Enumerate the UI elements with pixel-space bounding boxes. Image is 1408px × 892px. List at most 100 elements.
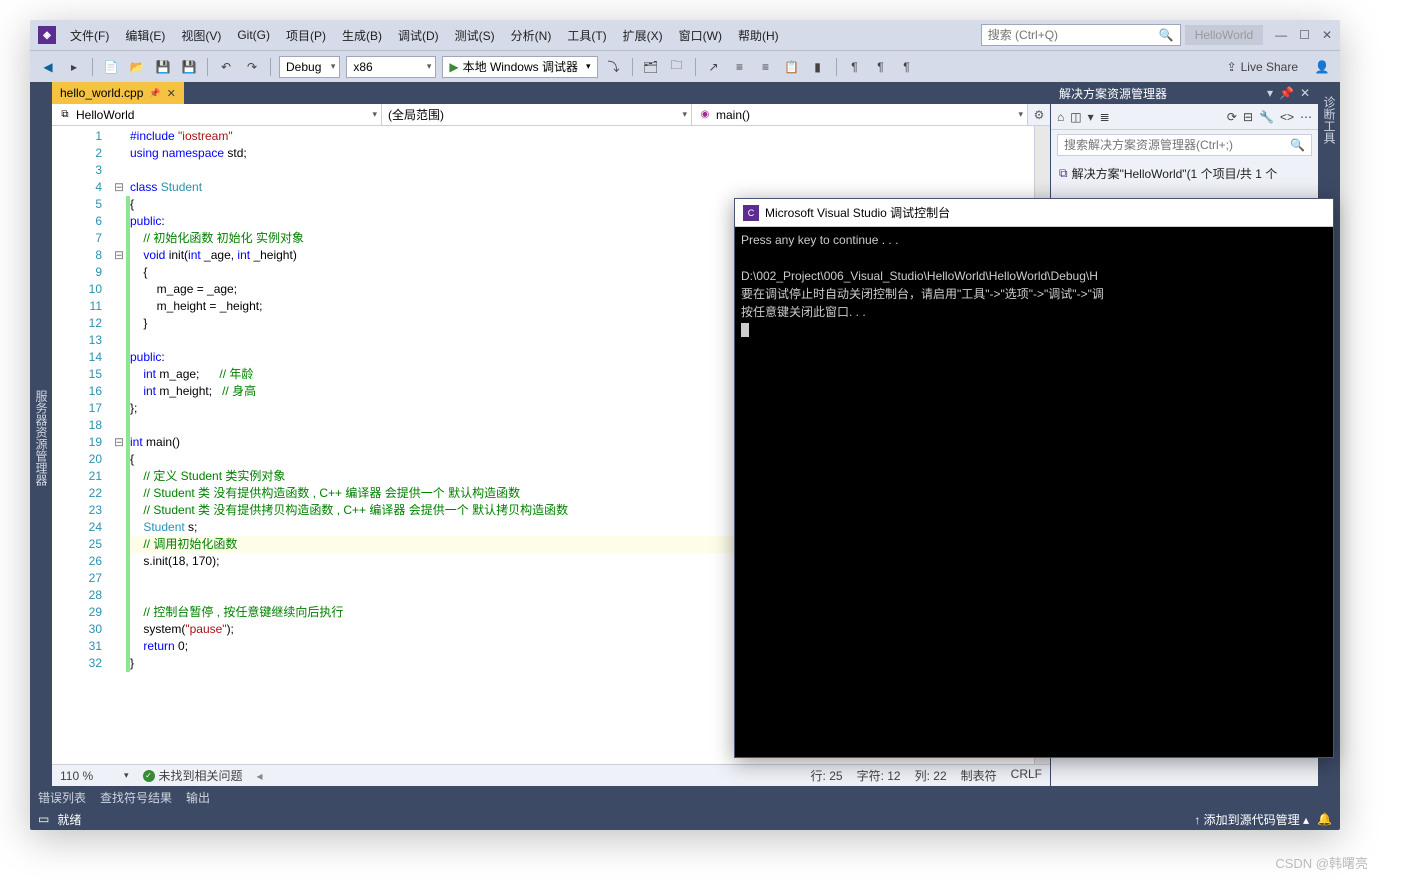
vs-logo-icon: ◈ — [38, 26, 56, 44]
minimize-icon[interactable]: — — [1275, 28, 1287, 42]
undo-icon[interactable]: ↶ — [216, 57, 236, 77]
maximize-icon[interactable]: ☐ — [1299, 28, 1310, 42]
tb-icon-6[interactable]: 📋 — [782, 57, 802, 77]
nav-project-combo[interactable]: ⧉HelloWorld — [52, 104, 382, 125]
live-share-button[interactable]: ⇪Live Share — [1219, 60, 1306, 74]
tb-icon-1[interactable]: 🗂 — [641, 57, 661, 77]
menu-tools[interactable]: 工具(T) — [561, 24, 612, 47]
server-explorer-tab[interactable]: 服务器资源管理器 — [31, 384, 52, 492]
redo-icon[interactable]: ↷ — [242, 57, 262, 77]
solution-icon: ⧉ — [1059, 166, 1068, 181]
se-more-icon[interactable]: ⋯ — [1300, 110, 1312, 124]
tb-icon-7[interactable]: ▮ — [808, 57, 828, 77]
nav-settings-icon[interactable]: ⚙ — [1028, 104, 1050, 125]
platform-combo[interactable]: x86 — [346, 56, 436, 78]
tb-icon-4[interactable]: ≡ — [730, 57, 750, 77]
tb-icon-2[interactable]: 🗀 — [667, 57, 687, 77]
play-icon: ▶ — [449, 60, 458, 74]
solution-tree[interactable]: ⧉解决方案"HelloWorld"(1 个项目/共 1 个 — [1051, 160, 1318, 187]
menu-project[interactable]: 项目(P) — [280, 24, 332, 47]
add-source-control[interactable]: ↑ 添加到源代码管理 ▴ — [1194, 811, 1309, 828]
se-show-all-icon[interactable]: <> — [1280, 110, 1294, 124]
zoom-level[interactable]: 110 % — [60, 769, 110, 783]
feedback-icon[interactable]: 👤 — [1312, 57, 1332, 77]
file-tab-hello-world[interactable]: hello_world.cpp 📌 ✕ — [52, 82, 184, 104]
error-list-tab[interactable]: 错误列表 — [38, 789, 86, 806]
solution-node[interactable]: ⧉解决方案"HelloWorld"(1 个项目/共 1 个 — [1059, 164, 1310, 183]
tb-icon-9[interactable]: ¶ — [871, 57, 891, 77]
issues-indicator[interactable]: ✓未找到相关问题 — [143, 767, 243, 784]
close-icon[interactable]: ✕ — [1322, 28, 1332, 42]
tb-icon-3[interactable]: ↗ — [704, 57, 724, 77]
left-sidebar: 服务器资源管理器 工具箱 — [30, 82, 52, 786]
run-label: 本地 Windows 调试器 — [463, 58, 578, 75]
bottom-tabs: 错误列表 查找符号结果 输出 — [30, 786, 1340, 808]
panel-dropdown-icon[interactable]: ▾ — [1267, 86, 1273, 100]
console-icon: C — [743, 205, 759, 221]
menu-debug[interactable]: 调试(D) — [392, 24, 445, 47]
panel-close-icon[interactable]: ✕ — [1300, 86, 1310, 100]
run-debugger-button[interactable]: ▶本地 Windows 调试器▾ — [442, 56, 597, 78]
close-tab-icon[interactable]: ✕ — [167, 87, 176, 100]
statusbar: ▭ 就绪 ↑ 添加到源代码管理 ▴ 🔔 — [30, 808, 1340, 830]
search-icon: 🔍 — [1159, 28, 1174, 42]
project-icon: ⧉ — [58, 108, 72, 122]
menu-help[interactable]: 帮助(H) — [732, 24, 785, 47]
menu-view[interactable]: 视图(V) — [175, 24, 227, 47]
se-properties-icon[interactable]: 🔧 — [1259, 110, 1274, 124]
nav-func-combo[interactable]: ◉main() — [692, 104, 1028, 125]
function-icon: ◉ — [698, 108, 712, 122]
step-icon[interactable]: ⤵ — [604, 57, 624, 77]
console-titlebar[interactable]: C Microsoft Visual Studio 调试控制台 — [735, 199, 1333, 227]
se-refresh-icon[interactable]: ⟳ — [1227, 110, 1237, 124]
debug-console-window[interactable]: C Microsoft Visual Studio 调试控制台 Press an… — [734, 198, 1334, 758]
config-combo[interactable]: Debug — [279, 56, 340, 78]
status-crlf: CRLF — [1011, 767, 1042, 784]
cursor-icon — [741, 323, 749, 337]
nav-back-icon[interactable]: ◀ — [38, 57, 58, 77]
se-icon-4[interactable]: ≣ — [1100, 110, 1110, 124]
se-collapse-icon[interactable]: ⊟ — [1243, 110, 1253, 124]
se-home-icon[interactable]: ⌂ — [1057, 110, 1064, 124]
tab-strip: hello_world.cpp 📌 ✕ — [52, 82, 1050, 104]
menu-edit[interactable]: 编辑(E) — [119, 24, 171, 47]
menu-window[interactable]: 窗口(W) — [673, 24, 728, 47]
menu-analyze[interactable]: 分析(N) — [505, 24, 558, 47]
menu-file[interactable]: 文件(F) — [64, 24, 115, 47]
status-line: 行: 25 — [811, 767, 843, 784]
global-search[interactable]: 🔍 — [981, 24, 1181, 46]
notifications-icon[interactable]: 🔔 — [1317, 812, 1332, 826]
nav-bar: ⧉HelloWorld (全局范围) ◉main() ⚙ — [52, 104, 1050, 126]
panel-pin-icon[interactable]: 📌 — [1279, 86, 1294, 100]
file-tab-label: hello_world.cpp — [60, 86, 143, 100]
menu-extensions[interactable]: 扩展(X) — [617, 24, 669, 47]
open-icon[interactable]: 📂 — [127, 57, 147, 77]
tb-icon-5[interactable]: ≡ — [756, 57, 776, 77]
new-project-icon[interactable]: 📄 — [101, 57, 121, 77]
toolbar: ◀ ▸ 📄 📂 💾 💾 ↶ ↷ Debug x86 ▶ 本地 Windows 调试… — [30, 50, 1340, 82]
save-all-icon[interactable]: 💾 — [179, 57, 199, 77]
status-ready: 就绪 — [57, 811, 81, 828]
save-icon[interactable]: 💾 — [153, 57, 173, 77]
solution-explorer-toolbar: ⌂ ◫ ▾ ≣ ⟳ ⊟ 🔧 <> ⋯ — [1051, 104, 1318, 130]
tb-icon-10[interactable]: ¶ — [897, 57, 917, 77]
share-icon: ⇪ — [1227, 60, 1237, 74]
se-icon-3[interactable]: ▾ — [1088, 110, 1094, 124]
editor-status: 110 % ▾ ✓未找到相关问题 ◂ 行: 25 字符: 12 列: 22 制表… — [52, 764, 1050, 786]
pin-icon[interactable]: 📌 — [149, 88, 160, 99]
output-tab[interactable]: 输出 — [186, 789, 210, 806]
solution-name: HelloWorld — [1185, 25, 1263, 45]
nav-fwd-icon[interactable]: ▸ — [64, 57, 84, 77]
find-symbol-tab[interactable]: 查找符号结果 — [100, 789, 172, 806]
global-search-input[interactable] — [988, 28, 1159, 42]
tb-icon-8[interactable]: ¶ — [845, 57, 865, 77]
se-icon-2[interactable]: ◫ — [1070, 110, 1081, 124]
nav-scope-combo[interactable]: (全局范围) — [382, 104, 692, 125]
menu-build[interactable]: 生成(B) — [336, 24, 388, 47]
status-tabs: 制表符 — [961, 767, 997, 784]
menu-test[interactable]: 测试(S) — [449, 24, 501, 47]
solution-search-input[interactable] — [1064, 138, 1290, 152]
solution-search[interactable]: 🔍 — [1057, 134, 1312, 156]
menu-git[interactable]: Git(G) — [231, 25, 276, 45]
console-title-text: Microsoft Visual Studio 调试控制台 — [765, 204, 950, 221]
